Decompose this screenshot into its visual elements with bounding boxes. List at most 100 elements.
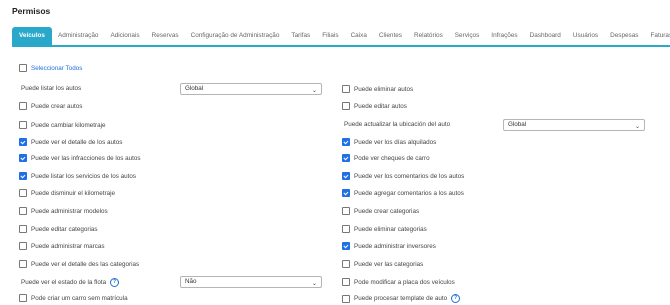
permission-label: Puede eliminar autos [354,85,414,93]
chevron-down-icon: ⌄ [311,281,317,287]
permission-checkbox[interactable] [342,189,350,197]
tab-9[interactable]: Relatórios [408,27,449,45]
permission-label: Puede editar autos [354,102,407,110]
tab-3[interactable]: Reservas [146,27,185,45]
permission-row[interactable]: Puede agregar comentarios a los autos [342,189,464,197]
permission-row[interactable]: Puede ver los comentarios de los autos [342,172,464,180]
permission-row[interactable]: Puede ver las infracciones de los autos [19,154,141,162]
tab-1[interactable]: Administração [52,27,105,45]
permission-label: Puede eliminar categorias [354,225,427,233]
permission-row[interactable]: Puede eliminar autos [342,85,413,93]
permission-checkbox[interactable] [19,225,27,233]
tab-4[interactable]: Configuração de Administração [185,27,286,45]
permission-row[interactable]: Puede eliminar categorias [342,225,427,233]
permission-row[interactable]: Pode criar um carro sem matrícula [19,294,128,302]
permission-checkbox[interactable] [342,102,350,110]
select-all[interactable]: Seleccionar Todos [19,64,82,72]
permission-checkbox[interactable] [342,207,350,215]
permission-row[interactable]: Puede editar categorias [19,225,98,233]
tab-7[interactable]: Caixa [345,27,373,45]
permission-label: Puede crear autos [31,102,83,110]
permission-row[interactable]: Puede administrar inversores [342,242,436,250]
permission-checkbox[interactable] [342,172,350,180]
tab-6[interactable]: Filiais [316,27,344,45]
permission-label: Puede ver los comentarios de los autos [354,172,465,180]
permission-checkbox[interactable] [19,102,27,110]
tab-bar: Veículos Administração Adicionais Reservas C… [12,27,670,47]
permission-checkbox[interactable] [19,154,27,162]
tab-15[interactable]: Faturas [645,27,670,45]
permission-select[interactable]: Global ⌄ [180,83,322,95]
help-icon[interactable]: ? [451,294,461,303]
tab-5[interactable]: Tarifas [285,27,316,45]
permission-row: Puede ver el estado de la flota? [21,278,120,287]
permission-checkbox[interactable] [19,260,27,268]
permission-row[interactable]: Puede procesar template de auto? [342,294,461,303]
permission-label: Puede disminuir el kilometraje [31,189,115,197]
permission-row[interactable]: Pode ver cheques de carro [342,154,430,162]
permission-label: Puede procesar template de auto [354,295,448,302]
permission-row: Puede actualizar la ubicación del auto [344,121,450,128]
permission-checkbox[interactable] [342,242,350,250]
permission-label: Puede actualizar la ubicación del auto [344,121,451,128]
permission-checkbox[interactable] [342,225,350,233]
permission-label: Puede ver el detalle de los autos [31,138,123,146]
permission-row[interactable]: Puede editar autos [342,102,407,110]
permission-row[interactable]: Puede listar los servicios de los autos [19,172,136,180]
permission-checkbox[interactable] [342,154,350,162]
permission-row[interactable]: Puede ver el detalle des las categorias [19,260,139,268]
permission-checkbox[interactable] [19,294,27,302]
permission-label: Puede ver el estado de la flota [21,279,107,286]
permission-checkbox[interactable] [19,172,27,180]
permission-label: Puede ver las categorias [354,260,424,268]
permission-checkbox[interactable] [342,278,350,286]
permission-checkbox[interactable] [19,138,27,146]
permission-checkbox[interactable] [342,85,350,93]
permission-label: Puede administrar inversores [354,242,436,250]
permission-label: Puede crear categorias [354,207,420,215]
permission-row[interactable]: Puede disminuir el kilometraje [19,189,115,197]
permission-select[interactable]: Não ⌄ [180,276,322,288]
permission-row[interactable]: Puede administrar modelos [19,207,108,215]
permission-label: Pode ver cheques de carro [354,154,430,162]
tab-12[interactable]: Dashboard [524,27,567,45]
permission-row[interactable]: Puede cambiar kilometraje [19,121,106,129]
permission-label: Puede administrar marcas [31,242,105,250]
permission-label: Puede editar categorias [31,225,98,233]
select-all-label[interactable]: Seleccionar Todos [31,65,82,72]
tab-8[interactable]: Clientes [373,27,408,45]
select-value: Não [185,278,197,285]
permission-checkbox[interactable] [19,189,27,197]
permission-row[interactable]: Puede ver las categorias [342,260,423,268]
permission-label: Puede listar los servicios de los autos [31,172,136,180]
permission-row[interactable]: Pode modificar a placa dos veículos [342,278,455,286]
tab-2[interactable]: Adicionais [104,27,145,45]
permission-checkbox[interactable] [19,121,27,129]
permission-label: Puede listar los autos [21,85,82,92]
permission-checkbox[interactable] [342,294,350,303]
permission-row[interactable]: Puede crear categorias [342,207,419,215]
permission-checkbox[interactable] [342,260,350,268]
permission-row[interactable]: Puede administrar marcas [19,242,105,250]
chevron-down-icon: ⌄ [311,88,317,94]
permission-label: Puede cambiar kilometraje [31,121,106,129]
tab-0[interactable]: Veículos [12,27,52,45]
select-all-checkbox[interactable] [19,64,27,72]
permission-label: Puede agregar comentarios a los autos [354,189,464,197]
permission-label: Puede ver los días alquilados [354,138,437,146]
tab-11[interactable]: Infrações [485,27,523,45]
permission-select[interactable]: Global ⌄ [503,119,645,131]
permission-row[interactable]: Puede ver el detalle de los autos [19,138,122,146]
permission-row[interactable]: Puede ver los días alquilados [342,138,436,146]
permission-checkbox[interactable] [19,242,27,250]
permission-label: Puede ver el detalle des las categorias [31,260,140,268]
permission-label: Pode criar um carro sem matrícula [31,294,128,302]
tab-10[interactable]: Serviços [449,27,486,45]
tab-14[interactable]: Despesas [604,27,644,45]
permission-checkbox[interactable] [342,138,350,146]
permission-row[interactable]: Puede crear autos [19,102,82,110]
permission-row: Puede listar los autos [21,85,81,92]
tab-13[interactable]: Usuários [567,27,604,45]
help-icon[interactable]: ? [110,278,120,287]
permission-checkbox[interactable] [19,207,27,215]
